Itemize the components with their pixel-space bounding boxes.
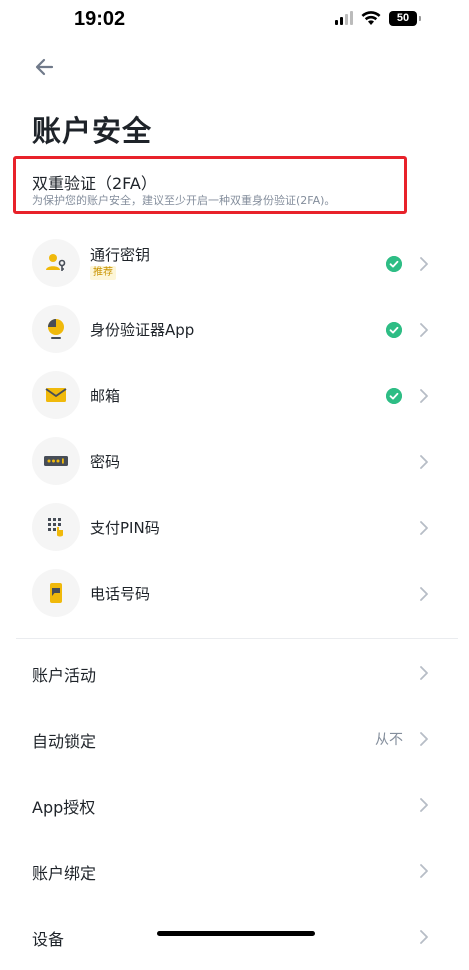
section-divider — [16, 638, 458, 639]
method-payment-pin[interactable]: 支付PIN码 — [0, 495, 469, 561]
method-phone[interactable]: 电话号码 — [0, 561, 469, 627]
back-arrow-icon[interactable] — [32, 55, 58, 79]
chevron-right-icon — [420, 323, 428, 337]
chevron-right-icon — [420, 257, 428, 271]
authenticator-icon — [32, 305, 80, 353]
setting-label: 自动锁定 — [32, 732, 97, 751]
chevron-right-icon — [420, 587, 428, 601]
chevron-right-icon — [420, 521, 428, 535]
recommended-badge: 推荐 — [90, 266, 116, 280]
method-authenticator[interactable]: 身份验证器App — [0, 297, 469, 363]
chevron-right-icon — [420, 930, 428, 944]
setting-label: App授权 — [32, 798, 96, 817]
wifi-icon — [361, 11, 381, 25]
password-icon — [32, 437, 80, 485]
setting-account-activity[interactable]: 账户活动 — [0, 640, 469, 706]
check-icon — [386, 388, 402, 404]
setting-devices[interactable]: 设备 — [0, 904, 469, 970]
method-label: 邮箱 — [90, 387, 121, 405]
method-email[interactable]: 邮箱 — [0, 363, 469, 429]
chevron-right-icon — [420, 666, 428, 680]
method-label: 身份验证器App — [90, 321, 195, 339]
method-password[interactable]: 密码 — [0, 429, 469, 495]
chevron-right-icon — [420, 732, 428, 746]
check-icon — [386, 322, 402, 338]
phone-icon — [32, 569, 80, 617]
status-time: 19:02 — [74, 8, 126, 30]
setting-label: 设备 — [32, 930, 65, 949]
status-bar: 19:02 50 — [0, 0, 469, 44]
check-icon — [386, 256, 402, 272]
chevron-right-icon — [420, 798, 428, 812]
home-indicator[interactable] — [157, 931, 315, 936]
setting-account-binding[interactable]: 账户绑定 — [0, 838, 469, 904]
status-icons: 50 — [335, 10, 421, 26]
chevron-right-icon — [420, 455, 428, 469]
mail-icon — [32, 371, 80, 419]
setting-value: 从不 — [375, 732, 403, 748]
setting-label: 账户绑定 — [32, 864, 97, 883]
twofa-description: 为保护您的账户安全，建议至少开启一种双重身份验证(2FA)。 — [32, 194, 336, 207]
chevron-right-icon — [420, 864, 428, 878]
method-label: 电话号码 — [90, 585, 151, 603]
twofa-title: 双重验证（2FA） — [32, 174, 157, 193]
page-title: 账户安全 — [32, 114, 153, 148]
passkey-icon — [32, 239, 80, 287]
method-passkey[interactable]: 通行密钥 推荐 — [0, 231, 469, 297]
setting-label: 账户活动 — [32, 666, 97, 685]
battery-icon: 50 — [389, 10, 421, 26]
method-label: 密码 — [90, 453, 121, 471]
chevron-right-icon — [420, 389, 428, 403]
signal-icon — [335, 11, 353, 25]
pin-icon — [32, 503, 80, 551]
method-label: 支付PIN码 — [90, 519, 160, 537]
setting-auto-lock[interactable]: 自动锁定 从不 — [0, 706, 469, 772]
method-label: 通行密钥 — [90, 246, 151, 264]
setting-app-authorization[interactable]: App授权 — [0, 772, 469, 838]
